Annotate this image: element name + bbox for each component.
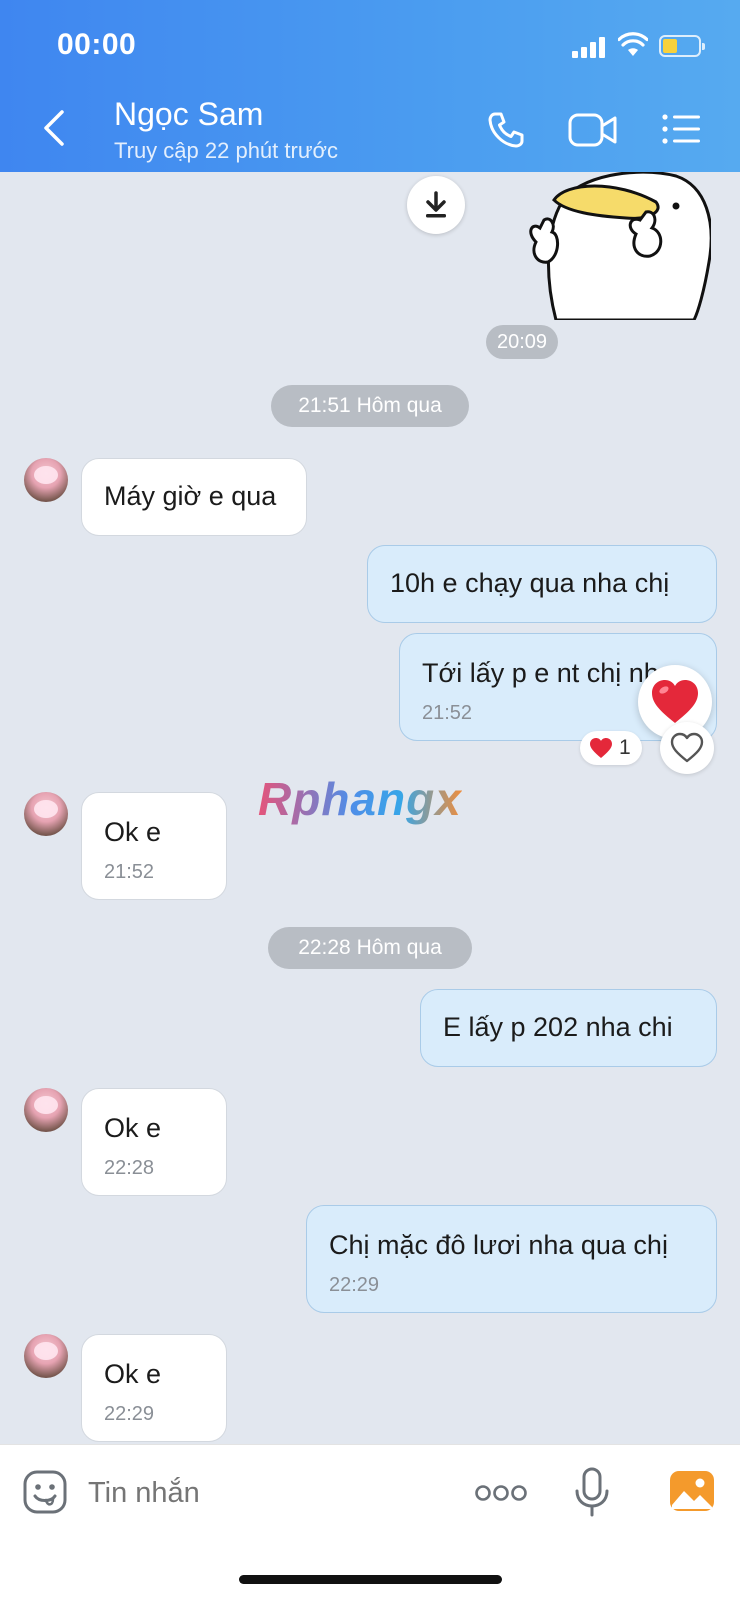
microphone-icon[interactable] [574,1467,610,1517]
contact-name[interactable]: Ngọc Sam [114,96,263,133]
incoming-message[interactable]: Ok e 21:52 [81,792,227,900]
outgoing-message[interactable]: E lấy p 202 nha chi [420,989,717,1067]
avatar[interactable] [24,1088,68,1132]
home-indicator [239,1575,502,1584]
message-text: E lấy p 202 nha chi [443,1012,673,1042]
chat-header: 00:00 Ngọc Sam Truy cập 22 phút trước [0,0,740,172]
battery-icon [659,35,705,57]
cellular-signal-icon [572,36,608,58]
sticker-time-badge: 20:09 [486,325,558,359]
sticker-message[interactable] [526,172,711,320]
message-text: 10h e chạy qua nha chị [390,568,670,598]
chevron-left-icon[interactable] [38,108,68,148]
status-bar-time: 00:00 [57,28,137,61]
outgoing-message[interactable]: 10h e chạy qua nha chị [367,545,717,623]
reaction-count-badge[interactable]: 1 [580,731,642,765]
message-text: Ok e [104,1113,162,1143]
heart-outline-icon [670,732,704,763]
message-time: 22:29 [104,1403,155,1425]
message-text: Tới lấy p e nt chị nh [422,658,659,688]
avatar[interactable] [24,1334,68,1378]
date-divider: 22:28 Hôm qua [268,927,472,969]
message-text: Ok e [104,817,162,847]
message-time: 22:29 [329,1274,380,1296]
phone-icon[interactable] [486,110,526,150]
incoming-message[interactable]: Máy giờ e qua [81,458,307,536]
duck-sticker-image [529,172,711,320]
incoming-message[interactable]: Ok e 22:28 [81,1088,227,1196]
message-text: Máy giờ e qua [104,481,277,511]
download-icon [426,191,446,218]
message-time: 21:52 [422,702,473,724]
watermark-logo: Rphangx [258,773,462,825]
message-text: Chị mặc đô lươi nha qua chị [329,1230,668,1260]
video-camera-icon[interactable] [568,112,618,148]
avatar[interactable] [24,458,68,502]
message-time: 22:28 [104,1157,155,1179]
incoming-message[interactable]: Ok e 22:29 [81,1334,227,1442]
heart-icon [590,738,612,758]
emoji-icon[interactable] [22,1469,68,1515]
contact-last-seen: Truy cập 22 phút trước [114,138,338,163]
list-menu-icon[interactable] [661,113,701,145]
reaction-count: 1 [619,736,631,759]
more-dots-icon[interactable] [474,1483,528,1503]
date-divider: 21:51 Hôm qua [271,385,469,427]
message-time: 21:52 [104,861,155,883]
avatar[interactable] [24,792,68,836]
image-gallery-icon[interactable] [668,1469,716,1513]
wifi-icon [618,32,648,56]
react-button[interactable] [660,722,714,774]
message-input[interactable] [88,1471,438,1515]
message-text: Ok e [104,1359,162,1389]
outgoing-message[interactable]: Chị mặc đô lươi nha qua chị 22:29 [306,1205,717,1313]
download-button[interactable] [407,176,465,234]
